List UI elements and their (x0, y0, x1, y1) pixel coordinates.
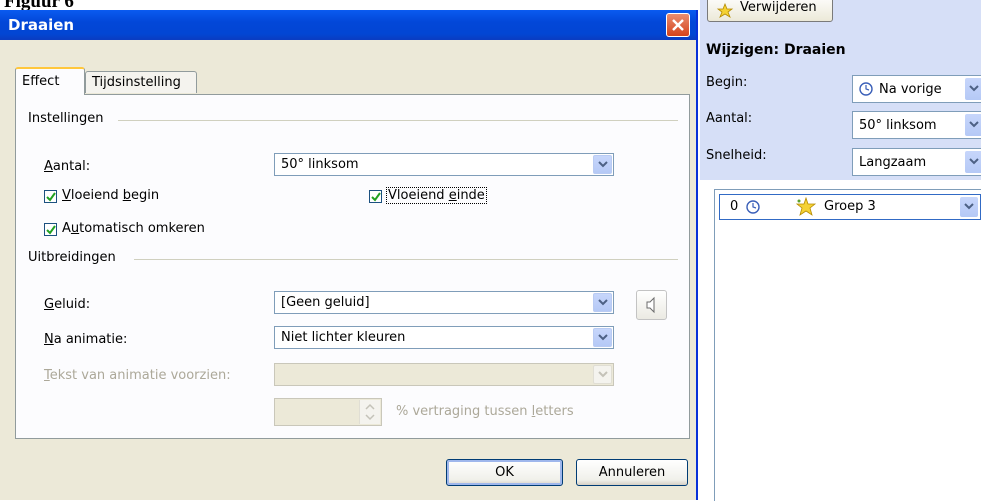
delay-label: % vertraging tussen letters (396, 404, 574, 419)
spinner-up-icon (365, 403, 375, 421)
amount-label: Aantal: (44, 159, 91, 174)
speed-dropdown[interactable]: Langzaam (852, 148, 981, 176)
star-effect-icon (716, 3, 734, 18)
group-uitbreidingen: Uitbreidingen (28, 250, 122, 265)
after-animation-label: Na animatie: (44, 332, 128, 347)
pane-title: Wijzigen: Draaien (706, 42, 846, 58)
amount-label-pane: Aantal: (706, 111, 753, 126)
start-value: Na vorige (879, 82, 942, 97)
sound-value: [Geen geluid] (281, 295, 370, 310)
dialog-titlebar[interactable]: Draaien (0, 10, 696, 40)
cancel-button[interactable]: Annuleren (576, 459, 688, 486)
checkmark-icon (46, 225, 56, 235)
close-button[interactable] (666, 13, 690, 37)
after-animation-value: Niet lichter kleuren (281, 330, 406, 345)
dialog-title: Draaien (8, 16, 75, 34)
sound-preview-button[interactable] (636, 290, 667, 320)
clock-icon (746, 200, 760, 214)
ok-button[interactable]: OK (446, 459, 563, 486)
auto-reverse-checkbox[interactable] (44, 223, 57, 236)
chevron-down-icon[interactable] (960, 197, 978, 217)
smooth-start-checkbox[interactable] (44, 190, 57, 203)
amount-dropdown-pane[interactable]: 50° linksom (852, 111, 981, 139)
group-divider (134, 259, 678, 260)
chevron-down-icon[interactable] (965, 78, 981, 100)
auto-reverse-label[interactable]: Automatisch omkeren (62, 221, 205, 236)
group-divider (118, 120, 678, 121)
star-effect-icon (795, 197, 817, 216)
chevron-down-icon[interactable] (965, 151, 981, 173)
chevron-down-icon (593, 365, 612, 384)
clock-icon (859, 82, 873, 96)
speaker-icon (646, 296, 655, 314)
amount-value: 50° linksom (281, 157, 359, 172)
chevron-down-icon[interactable] (593, 293, 612, 312)
amount-value-pane: 50° linksom (859, 118, 937, 133)
sound-dropdown[interactable]: [Geen geluid] (274, 291, 614, 314)
tab-effect[interactable]: Effect (15, 67, 85, 95)
remove-button[interactable]: Verwijderen (707, 0, 833, 22)
start-label: Begin: (706, 75, 748, 90)
pane-header: Verwijderen Wijzigen: Draaien Begin: Na … (700, 0, 981, 180)
tab-panel-effect: Instellingen Aantal: 50° linksom Vloeien… (15, 94, 690, 439)
chevron-down-icon[interactable] (593, 328, 612, 347)
draaien-dialog: Draaien Effect Tijdsinstelling Instellin… (0, 10, 698, 500)
checkmark-icon (46, 192, 56, 202)
animation-list: 0 Groep 3 (714, 189, 981, 501)
smooth-start-label[interactable]: Vloeiend begin (62, 188, 159, 203)
animate-text-label: Tekst van animatie voorzien: (44, 368, 231, 383)
after-animation-dropdown[interactable]: Niet lichter kleuren (274, 326, 614, 349)
animate-text-dropdown (274, 363, 614, 386)
custom-animation-pane: Verwijderen Wijzigen: Draaien Begin: Na … (700, 0, 981, 501)
remove-label: Verwijderen (740, 0, 817, 15)
smooth-end-label[interactable]: Vloeiend einde (386, 187, 487, 204)
speed-value: Langzaam (859, 155, 927, 170)
close-icon (672, 19, 684, 31)
amount-dropdown[interactable]: 50° linksom (274, 153, 614, 176)
list-item-label: Groep 3 (824, 199, 876, 214)
group-instellingen: Instellingen (28, 111, 110, 126)
checkmark-icon (371, 192, 381, 202)
delay-spinner (274, 398, 382, 426)
speed-label: Snelheid: (706, 148, 767, 163)
list-item[interactable]: 0 Groep 3 (719, 194, 981, 220)
list-item-number: 0 (730, 199, 739, 214)
chevron-down-icon[interactable] (593, 155, 612, 174)
sound-label: Geluid: (44, 297, 91, 312)
smooth-end-checkbox[interactable] (369, 190, 382, 203)
spinner-buttons (359, 400, 380, 424)
tab-tijdsinstelling[interactable]: Tijdsinstelling (85, 71, 197, 93)
start-dropdown[interactable]: Na vorige (852, 75, 981, 103)
chevron-down-icon[interactable] (965, 114, 981, 136)
